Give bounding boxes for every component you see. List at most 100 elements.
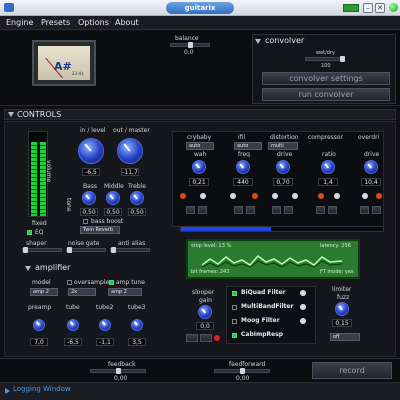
- anti-alias-slider[interactable]: [110, 247, 150, 253]
- minimize-button[interactable]: –: [363, 3, 373, 13]
- biquad-checkbox[interactable]: [232, 291, 237, 296]
- distortion-up-button[interactable]: [284, 206, 293, 214]
- reverb-model-select[interactable]: Twin Reverb: [80, 226, 120, 234]
- filter-down-button[interactable]: [234, 206, 243, 214]
- tuner-note: A#: [54, 60, 72, 73]
- eq-checkbox[interactable]: [27, 230, 32, 235]
- close-button[interactable]: ✕: [375, 3, 385, 13]
- controls-collapse-icon[interactable]: [8, 112, 14, 117]
- multiband-led[interactable]: [300, 304, 306, 310]
- amp-tune-select[interactable]: amp 2: [108, 288, 142, 296]
- convolver-settings-button[interactable]: convolver settings: [262, 72, 390, 85]
- feedforward-slider[interactable]: [214, 368, 270, 374]
- ratio-value: 1,4: [318, 178, 338, 186]
- wah-label: wah: [194, 151, 207, 158]
- convolver-collapse-icon[interactable]: [255, 39, 261, 44]
- compressor-on-led[interactable]: [318, 193, 324, 199]
- slooper-record-led[interactable]: [214, 335, 220, 341]
- bass-knob[interactable]: [82, 191, 96, 205]
- overdrive-up-button[interactable]: [372, 206, 381, 214]
- moog-label: Moog Filter: [241, 317, 280, 324]
- bass-boost-checkbox[interactable]: [83, 219, 88, 224]
- out-master-value: -11,7: [121, 168, 139, 176]
- effects-scrollbar[interactable]: [180, 226, 384, 232]
- out-master-knob[interactable]: [117, 138, 143, 164]
- freq-knob[interactable]: [236, 160, 250, 174]
- ratio-knob[interactable]: [321, 160, 335, 174]
- drive-value: 0,70: [273, 178, 293, 186]
- treble-knob[interactable]: [130, 191, 144, 205]
- filter-mode-select[interactable]: auto: [234, 142, 262, 150]
- in-level-knob[interactable]: [78, 138, 104, 164]
- crybaby-aux-led[interactable]: [200, 193, 206, 199]
- crybaby-up-button[interactable]: [198, 206, 207, 214]
- wetdry-value: 100: [321, 63, 331, 69]
- shaper-label: shaper: [26, 240, 47, 247]
- crybaby-on-led[interactable]: [180, 193, 186, 199]
- compressor-down-button[interactable]: [316, 206, 325, 214]
- distortion-down-button[interactable]: [272, 206, 281, 214]
- tube-knob[interactable]: [67, 319, 79, 331]
- crybaby-mode-select[interactable]: auto: [186, 142, 214, 150]
- crybaby-down-button[interactable]: [186, 206, 195, 214]
- logging-window-toggle[interactable]: Logging Window: [13, 385, 71, 393]
- overdrive-on-led[interactable]: [362, 193, 368, 199]
- menu-options[interactable]: Options: [78, 16, 109, 30]
- display-bottom-left: bit frames: 243: [191, 269, 230, 275]
- menu-about[interactable]: About: [115, 16, 139, 30]
- noise-gate-slider[interactable]: [66, 247, 106, 253]
- tube2-knob[interactable]: [99, 319, 111, 331]
- feedback-slider[interactable]: [90, 368, 146, 374]
- biquad-led[interactable]: [300, 290, 306, 296]
- distortion-mode-select[interactable]: multi: [268, 142, 298, 150]
- slooper-gain-knob[interactable]: [198, 305, 212, 319]
- filter-aux-led[interactable]: [252, 193, 258, 199]
- effects-scrollbar-thumb[interactable]: [181, 227, 271, 231]
- distortion-aux-led[interactable]: [292, 193, 298, 199]
- tube2-label: tube2: [96, 304, 114, 311]
- wetdry-label: wet/dry: [316, 50, 335, 56]
- multiband-checkbox[interactable]: [232, 305, 237, 310]
- wetdry-slider[interactable]: [305, 56, 345, 62]
- slooper-play-button[interactable]: [200, 334, 212, 342]
- compressor-label: compressor: [308, 134, 344, 141]
- overdrive-label: overdri: [358, 134, 380, 141]
- moog-checkbox[interactable]: [232, 319, 237, 324]
- balance-slider[interactable]: [170, 42, 210, 48]
- wah-knob[interactable]: [192, 160, 206, 174]
- moog-led[interactable]: [300, 318, 306, 324]
- tube-label: tube: [66, 304, 80, 311]
- compressor-up-button[interactable]: [328, 206, 337, 214]
- middle-knob[interactable]: [106, 191, 120, 205]
- slooper-stop-button[interactable]: [186, 334, 198, 342]
- limiter-fuzz-knob[interactable]: [335, 302, 349, 316]
- overdrive-drive-knob[interactable]: [364, 160, 378, 174]
- menu-engine[interactable]: Engine: [6, 16, 33, 30]
- oversample-select[interactable]: 2x: [68, 288, 96, 296]
- record-button[interactable]: record: [312, 362, 392, 379]
- drive-knob[interactable]: [276, 160, 290, 174]
- amp-model-select[interactable]: amp 2: [30, 288, 58, 296]
- logging-expander-icon[interactable]: [5, 388, 10, 394]
- amp-tune-checkbox[interactable]: [109, 280, 114, 285]
- cabimpresp-checkbox[interactable]: [232, 333, 237, 338]
- filter-up-button[interactable]: [246, 206, 255, 214]
- slooper-gain-value: 0,0: [196, 322, 214, 330]
- bass-value: 0,50: [80, 208, 98, 216]
- overdrive-aux-led[interactable]: [376, 193, 382, 199]
- amplifier-collapse-icon[interactable]: [25, 266, 31, 271]
- bass-label: Bass: [83, 183, 98, 190]
- distortion-on-led[interactable]: [272, 193, 278, 199]
- menu-presets[interactable]: Presets: [41, 16, 70, 30]
- limiter-mode-select[interactable]: off: [330, 333, 360, 341]
- compressor-aux-led[interactable]: [334, 193, 340, 199]
- overdrive-down-button[interactable]: [360, 206, 369, 214]
- run-convolver-button[interactable]: run convolver: [262, 88, 390, 101]
- display-bottom-right: FT mode: yes: [320, 269, 354, 275]
- oversample-checkbox[interactable]: [67, 280, 72, 285]
- shaper-slider[interactable]: [22, 247, 62, 253]
- filter-on-led[interactable]: [230, 193, 236, 199]
- preamp-knob[interactable]: [33, 319, 45, 331]
- tube3-knob[interactable]: [131, 319, 143, 331]
- window-menu-icon[interactable]: [4, 3, 14, 12]
